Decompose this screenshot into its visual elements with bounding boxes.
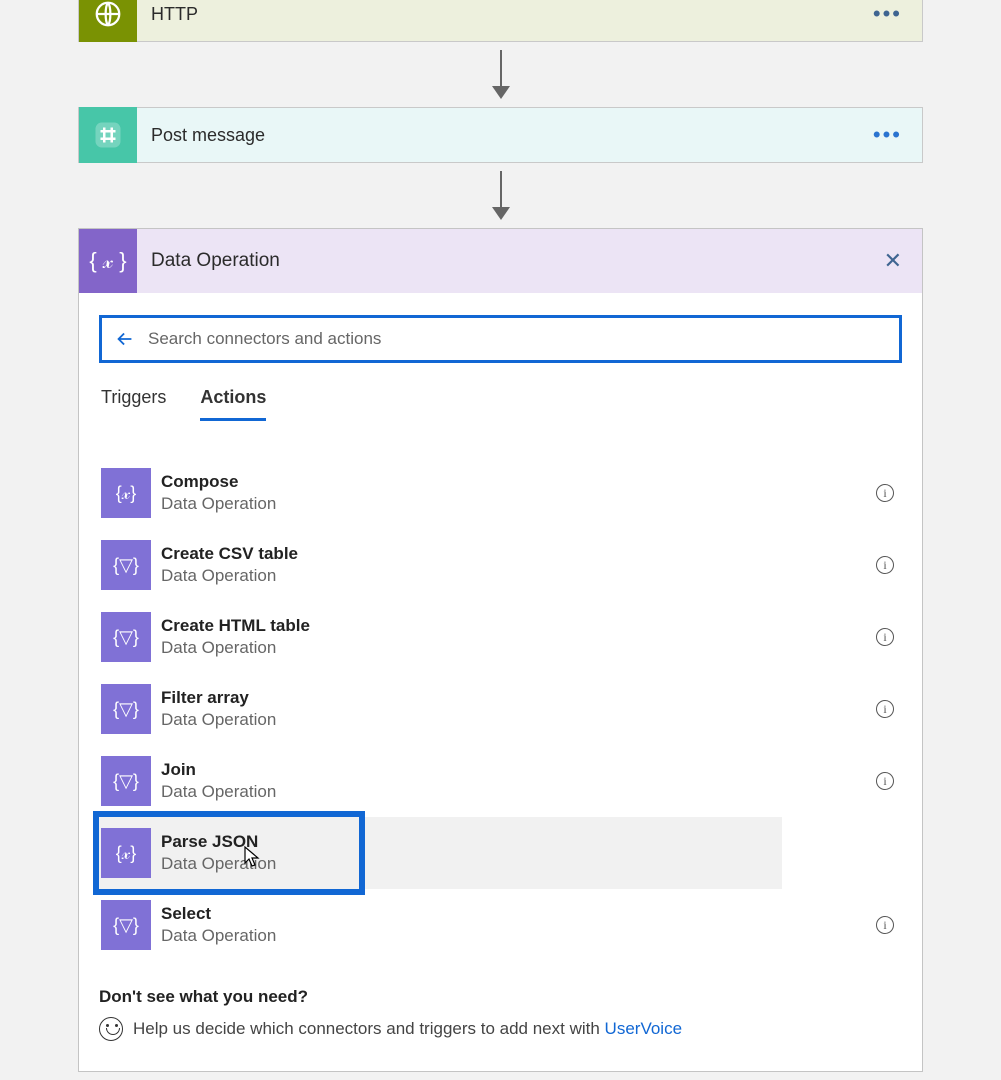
flow-arrow	[492, 50, 510, 99]
tab-actions[interactable]: Actions	[200, 387, 266, 421]
action-connector: Data Operation	[161, 925, 276, 947]
ellipsis-icon[interactable]: •••	[873, 1, 902, 27]
tab-triggers[interactable]: Triggers	[101, 387, 166, 421]
action-list: {𝓍} Compose Data Operation i {▽} Create …	[99, 457, 902, 961]
panel-title: Data Operation	[151, 250, 280, 272]
globe-icon	[79, 0, 137, 42]
http-step[interactable]: HTTP •••	[78, 0, 923, 42]
hash-icon	[79, 107, 137, 163]
action-join[interactable]: {▽} Join Data Operation i	[99, 745, 902, 817]
footer-question: Don't see what you need?	[99, 987, 902, 1007]
post-message-step[interactable]: Post message •••	[78, 107, 923, 163]
cursor-icon	[243, 845, 263, 869]
footer-text: Help us decide which connectors and trig…	[133, 1019, 682, 1039]
join-icon: {▽}	[101, 756, 151, 806]
braces-icon: {𝓍}	[101, 828, 151, 878]
action-connector: Data Operation	[161, 637, 310, 659]
action-connector: Data Operation	[161, 781, 276, 803]
uservoice-link[interactable]: UserVoice	[605, 1019, 682, 1038]
ellipsis-icon[interactable]: •••	[873, 122, 902, 148]
footer-help: Don't see what you need? Help us decide …	[99, 987, 902, 1041]
http-step-title: HTTP	[151, 4, 198, 25]
action-name: Create CSV table	[161, 543, 298, 565]
action-select[interactable]: {▽} Select Data Operation i	[99, 889, 902, 961]
action-name: Create HTML table	[161, 615, 310, 637]
action-parse-json[interactable]: {𝓍} Parse JSON Data Operation	[99, 817, 359, 889]
table-icon: {▽}	[101, 540, 151, 590]
action-name: Join	[161, 759, 276, 781]
select-icon: {▽}	[101, 900, 151, 950]
info-icon[interactable]: i	[876, 628, 894, 646]
info-icon[interactable]: i	[876, 916, 894, 934]
table-icon: {▽}	[101, 612, 151, 662]
highlighted-selection: {𝓍} Parse JSON Data Operation i	[99, 817, 782, 889]
action-compose[interactable]: {𝓍} Compose Data Operation i	[99, 457, 902, 529]
action-create-html-table[interactable]: {▽} Create HTML table Data Operation i	[99, 601, 902, 673]
action-connector: Data Operation	[161, 565, 298, 587]
panel-header: { 𝓍 } Data Operation ✕	[79, 229, 922, 293]
action-create-csv-table[interactable]: {▽} Create CSV table Data Operation i	[99, 529, 902, 601]
tabs: Triggers Actions	[99, 387, 902, 421]
footer-help-text: Help us decide which connectors and trig…	[133, 1019, 605, 1038]
info-icon[interactable]: i	[876, 556, 894, 574]
filter-icon: {▽}	[101, 684, 151, 734]
action-filter-array[interactable]: {▽} Filter array Data Operation i	[99, 673, 902, 745]
action-name: Filter array	[161, 687, 276, 709]
search-input[interactable]	[148, 329, 887, 349]
post-step-title: Post message	[151, 125, 265, 146]
action-connector: Data Operation	[161, 493, 276, 515]
action-connector: Data Operation	[161, 709, 276, 731]
action-name: Compose	[161, 471, 276, 493]
smiley-icon	[99, 1017, 123, 1041]
flow-arrow	[492, 171, 510, 220]
info-icon[interactable]: i	[876, 700, 894, 718]
braces-icon: { 𝓍 }	[79, 229, 137, 293]
info-icon[interactable]: i	[876, 484, 894, 502]
close-icon[interactable]: ✕	[884, 248, 902, 274]
braces-icon: {𝓍}	[101, 468, 151, 518]
action-name: Select	[161, 903, 276, 925]
search-container[interactable]	[99, 315, 902, 363]
info-icon[interactable]: i	[876, 772, 894, 790]
back-arrow-icon[interactable]	[114, 328, 136, 350]
data-operation-panel: { 𝓍 } Data Operation ✕ Triggers Actions	[78, 228, 923, 1072]
